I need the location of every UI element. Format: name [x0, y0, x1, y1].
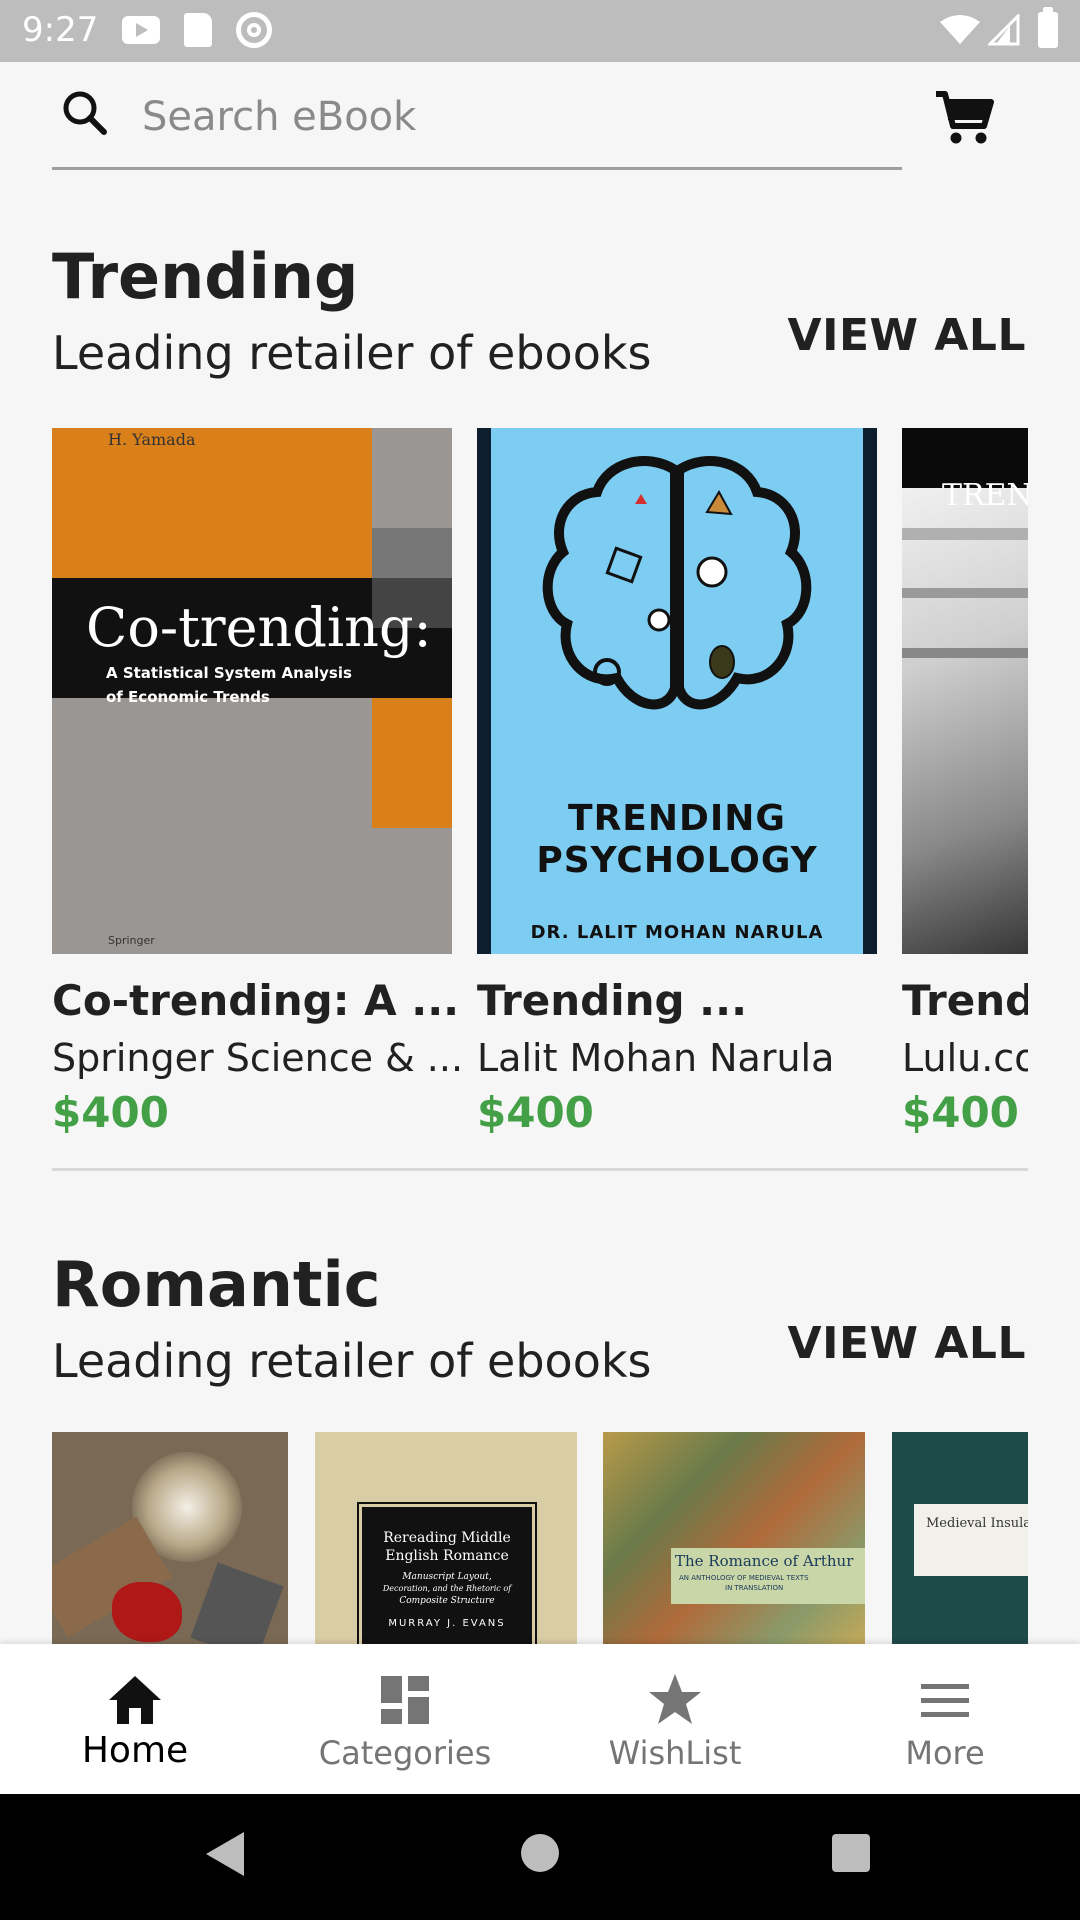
cover-text: TREN	[942, 478, 1028, 513]
cover-text: Decoration, and the Rhetoric of	[382, 1584, 512, 1593]
nav-categories[interactable]: Categories	[270, 1644, 540, 1794]
dashboard-icon	[381, 1676, 429, 1724]
book-cover-image[interactable]: Medieval Insula	[892, 1432, 1028, 1644]
book-cover-image: TRENDING PSYCHOLOGY DR. LALIT MOHAN NARU…	[477, 428, 877, 954]
youtube-notification-icon	[122, 16, 160, 44]
book-price: $400	[52, 1088, 169, 1137]
book-cover-image[interactable]: Rereading Middle English Romance Manuscr…	[315, 1432, 577, 1644]
book-title: Trendi	[902, 976, 1028, 1025]
cell-signal-icon	[988, 14, 1020, 46]
section-divider	[52, 1168, 1028, 1171]
cover-text: IN TRANSLATION	[725, 1584, 784, 1592]
book-card[interactable]: H. Yamada Co-trending: A Statistical Sys…	[52, 428, 463, 1137]
brain-illustration	[542, 456, 812, 710]
cover-text: Medieval Insula	[926, 1516, 1028, 1531]
cover-text: PSYCHOLOGY	[536, 840, 818, 881]
search-bar	[52, 72, 902, 170]
book-card[interactable]: TRENDING PSYCHOLOGY DR. LALIT MOHAN NARU…	[477, 428, 877, 1137]
section-subtitle-trending: Leading retailer of ebooks	[52, 326, 652, 380]
book-price: $400	[902, 1088, 1019, 1137]
cover-text: Springer	[108, 934, 155, 947]
cover-text: A Statistical System Analysis	[106, 664, 352, 682]
search-input[interactable]	[142, 82, 882, 152]
book-cover-image[interactable]: The Romance of Arthur AN ANTHOLOGY OF ME…	[603, 1432, 865, 1644]
section-title-romantic: Romantic	[52, 1248, 381, 1321]
menu-icon	[921, 1684, 969, 1717]
nav-label: WishList	[608, 1734, 742, 1772]
cover-text: AN ANTHOLOGY OF MEDIEVAL TEXTS	[679, 1574, 809, 1582]
nav-more[interactable]: More	[810, 1644, 1080, 1794]
cover-text: Rereading Middle	[383, 1530, 511, 1546]
book-cover-image[interactable]	[52, 1432, 288, 1644]
view-all-romantic-button[interactable]: VIEW ALL	[788, 1318, 1026, 1369]
book-cover-image: H. Yamada Co-trending: A Statistical Sys…	[52, 428, 452, 954]
section-title-trending: Trending	[52, 240, 359, 313]
view-all-trending-button[interactable]: VIEW ALL	[788, 310, 1026, 361]
cover-text: The Romance of Arthur	[675, 1552, 854, 1570]
cover-text: H. Yamada	[108, 430, 196, 449]
cover-text: Manuscript Layout,	[402, 1572, 492, 1582]
book-card[interactable]: TREN Trendi Lulu.co $400	[902, 428, 1028, 1137]
search-icon[interactable]	[60, 88, 110, 138]
nav-home[interactable]: Home	[0, 1644, 270, 1794]
book-title: Trending ...	[477, 976, 748, 1025]
book-price: $400	[477, 1088, 594, 1137]
status-time: 9:27	[22, 10, 99, 50]
book-author: Springer Science & ...	[52, 1036, 464, 1080]
cover-text: TRENDING	[568, 798, 786, 839]
nav-label: More	[905, 1734, 985, 1772]
battery-icon	[1038, 7, 1058, 48]
star-icon	[649, 1674, 701, 1724]
back-icon[interactable]	[206, 1832, 244, 1876]
cover-text: of Economic Trends	[106, 688, 270, 706]
home-icon	[109, 1676, 161, 1724]
at-sign-icon	[236, 12, 272, 48]
cover-text: Composite Structure	[399, 1596, 495, 1606]
bottom-navigation: Home Categories WishList More	[0, 1644, 1080, 1794]
cover-text: English Romance	[385, 1548, 509, 1564]
romantic-carousel[interactable]: Rereading Middle English Romance Manuscr…	[0, 1432, 1028, 1644]
book-title: Co-trending: A ...	[52, 976, 460, 1025]
trending-carousel[interactable]: H. Yamada Co-trending: A Statistical Sys…	[0, 428, 1028, 1148]
nav-label: Home	[81, 1730, 189, 1771]
recent-apps-icon[interactable]	[832, 1834, 870, 1872]
nav-wishlist[interactable]: WishList	[540, 1644, 810, 1794]
book-author: Lulu.co	[902, 1036, 1028, 1080]
sd-card-icon	[184, 13, 212, 47]
wifi-icon	[940, 15, 980, 44]
system-navigation-bar	[0, 1794, 1080, 1920]
home-button-icon[interactable]	[521, 1834, 559, 1872]
nav-label: Categories	[318, 1734, 492, 1772]
cover-text: MURRAY J. EVANS	[388, 1618, 506, 1629]
cover-text: Co-trending:	[86, 596, 432, 659]
book-cover-image: TREN	[902, 428, 1028, 954]
cart-icon[interactable]	[934, 88, 994, 148]
cover-text: DR. LALIT MOHAN NARULA	[530, 922, 824, 943]
book-author: Lalit Mohan Narula	[477, 1036, 835, 1080]
section-subtitle-romantic: Leading retailer of ebooks	[52, 1334, 652, 1388]
status-bar: 9:27	[0, 0, 1080, 62]
